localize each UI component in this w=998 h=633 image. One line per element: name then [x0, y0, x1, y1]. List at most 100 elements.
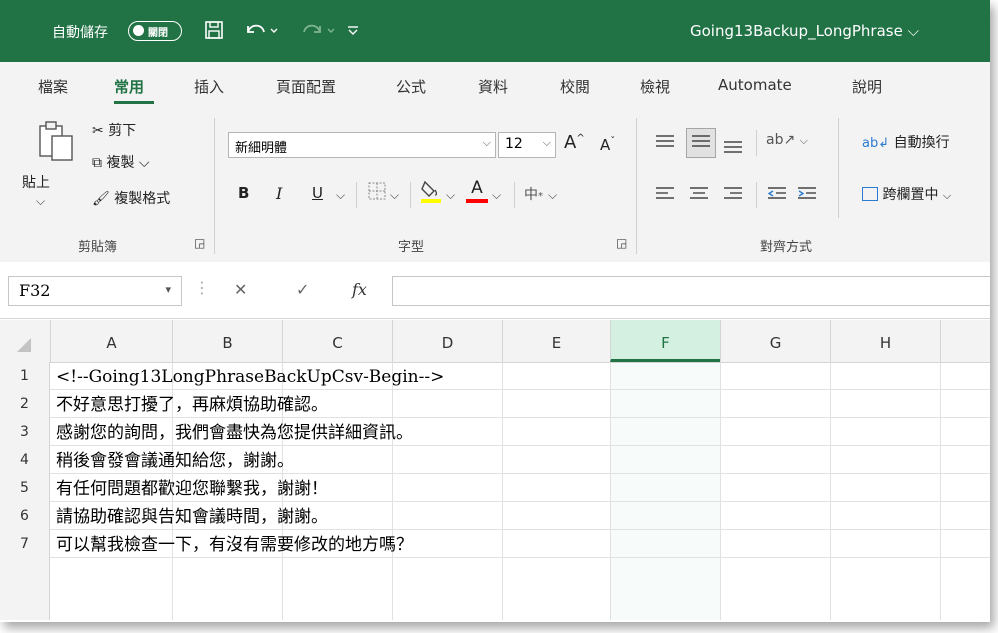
tab-review[interactable]: 校閱 [560, 76, 590, 97]
paste-icon[interactable] [36, 120, 76, 168]
redo-icon[interactable] [302, 20, 338, 44]
chevron-down-icon: ⌵ [942, 189, 952, 202]
row-header[interactable]: 6 [0, 502, 50, 530]
underline-dropdown-icon[interactable]: ⌵ [336, 188, 345, 203]
column-header-a[interactable]: A [50, 320, 172, 362]
align-right-button[interactable] [722, 184, 744, 208]
column-header-d[interactable]: D [392, 320, 502, 362]
column-header-f[interactable]: F [610, 320, 720, 362]
tab-file[interactable]: 檔案 [38, 76, 68, 97]
align-center-button[interactable] [688, 184, 710, 208]
tab-home[interactable]: 常用 [114, 76, 144, 97]
tab-data[interactable]: 資料 [478, 76, 508, 97]
align-left-button[interactable] [654, 184, 676, 208]
font-launcher-icon[interactable]: ◲ [616, 236, 627, 250]
decrease-indent-button[interactable] [766, 184, 788, 208]
fill-color-button[interactable] [420, 178, 442, 208]
italic-button[interactable]: I [276, 184, 282, 203]
borders-icon [368, 182, 386, 200]
format-painter-button[interactable]: 🖌 複製格式 [92, 188, 170, 208]
divider [756, 130, 757, 156]
clipboard-launcher-icon[interactable]: ◲ [194, 236, 205, 250]
cell-a3[interactable]: 感謝您的詢問，我們會盡快為您提供詳細資訊。 [56, 418, 413, 446]
merge-center-button[interactable]: 跨欄置中 ⌵ [862, 184, 951, 204]
font-size-select[interactable]: 12 ⌵ [498, 132, 556, 158]
font-color-dropdown-icon[interactable]: ⌵ [492, 188, 501, 203]
tab-formulas[interactable]: 公式 [396, 76, 426, 97]
row-header[interactable]: 4 [0, 446, 50, 474]
table-row: 2 不好意思打擾了，再麻煩協助確認。 [0, 390, 990, 418]
name-box[interactable]: F32 ▾ [8, 276, 182, 306]
paste-label[interactable]: 貼上 [22, 172, 50, 192]
row-header[interactable]: 1 [0, 362, 50, 390]
cell-a4[interactable]: 稍後會發會議通知給您，謝謝。 [56, 446, 294, 474]
cell-a5[interactable]: 有任何問題都歡迎您聯繫我，謝謝！ [56, 474, 328, 502]
wrap-text-button[interactable]: ab↲ 自動換行 [862, 132, 950, 152]
row-header[interactable]: 2 [0, 390, 50, 418]
insert-function-icon[interactable]: fx [352, 280, 367, 299]
shrink-font-button[interactable]: Aˇ [600, 136, 615, 154]
column-header-g[interactable]: G [720, 320, 830, 362]
format-painter-label: 複製格式 [114, 191, 171, 207]
table-row: 6 請協助確認與告知會議時間，謝謝。 [0, 502, 990, 530]
row-header[interactable]: 3 [0, 418, 50, 446]
grow-font-button[interactable]: A^ [564, 132, 585, 153]
undo-icon[interactable] [244, 20, 280, 44]
document-title[interactable]: Going13Backup_LongPhrase ⌵ [690, 22, 919, 40]
orientation-icon: ab↗ [766, 132, 796, 148]
cell-a1[interactable]: <!--Going13LongPhraseBackUpCsv-Begin--> [56, 362, 444, 390]
copy-label: 複製 [106, 155, 135, 171]
row-header[interactable]: 5 [0, 474, 50, 502]
orientation-button[interactable]: ab↗ ⌵ [766, 132, 808, 148]
copy-button[interactable]: ⧉ 複製 ⌵ [92, 152, 150, 172]
column-header-c[interactable]: C [282, 320, 392, 362]
borders-dropdown-icon[interactable]: ⌵ [390, 188, 399, 203]
merge-center-icon [862, 187, 878, 201]
font-name-select[interactable]: 新細明體 ⌵ [228, 132, 496, 158]
tab-page-layout[interactable]: 頁面配置 [276, 76, 336, 97]
tab-view[interactable]: 檢視 [640, 76, 670, 97]
align-middle-button[interactable] [686, 128, 716, 158]
column-header-b[interactable]: B [172, 320, 282, 362]
underline-button[interactable]: U [312, 184, 323, 202]
fill-color-dropdown-icon[interactable]: ⌵ [446, 188, 455, 203]
title-bar: 自動儲存 關閉 Going13Backup_LongPhrase ⌵ [0, 0, 990, 62]
cell-a7[interactable]: 可以幫我檢查一下，有沒有需要修改的地方嗎？ [56, 530, 413, 558]
cell-a2[interactable]: 不好意思打擾了，再麻煩協助確認。 [56, 390, 328, 418]
tab-insert[interactable]: 插入 [194, 76, 224, 97]
tab-automate[interactable]: Automate [718, 76, 792, 94]
brush-icon: 🖌 [92, 191, 110, 207]
cancel-icon[interactable]: ✕ [234, 280, 247, 299]
enter-icon[interactable]: ✓ [296, 280, 309, 299]
font-group-label: 字型 [398, 240, 425, 255]
align-top-button[interactable] [654, 132, 676, 156]
formula-input[interactable] [392, 276, 990, 306]
autosave-toggle[interactable]: 關閉 [128, 21, 182, 41]
tab-help[interactable]: 說明 [852, 76, 882, 97]
phonetic-dropdown-icon[interactable]: ⌵ [548, 188, 557, 203]
align-bottom-button[interactable] [722, 134, 744, 158]
customize-toolbar-icon[interactable] [346, 20, 360, 44]
align-middle-icon [692, 135, 710, 147]
column-header-i[interactable]: I [940, 320, 990, 362]
select-all-icon [17, 338, 31, 352]
cell-a6[interactable]: 請協助確認與告知會議時間，謝謝。 [56, 502, 328, 530]
borders-button[interactable] [368, 182, 386, 204]
bold-button[interactable]: B [238, 184, 249, 202]
row-header[interactable] [0, 558, 50, 620]
increase-indent-button[interactable] [796, 184, 818, 208]
divider [410, 182, 411, 208]
column-headers: A B C D E F G H I [0, 320, 990, 363]
phonetic-guide-button[interactable]: 中* [524, 184, 543, 204]
column-header-h[interactable]: H [830, 320, 940, 362]
paste-dropdown-icon[interactable]: ⌵ [36, 194, 45, 209]
row-header[interactable]: 7 [0, 530, 50, 558]
save-icon[interactable] [204, 20, 224, 44]
chevron-down-icon: ⌵ [799, 134, 808, 147]
cut-button[interactable]: ✂ 剪下 [92, 120, 136, 140]
divider [356, 182, 357, 208]
font-color-button[interactable]: A [466, 178, 488, 203]
column-header-e[interactable]: E [502, 320, 610, 362]
select-all-button[interactable] [0, 320, 50, 362]
divider [514, 182, 515, 208]
